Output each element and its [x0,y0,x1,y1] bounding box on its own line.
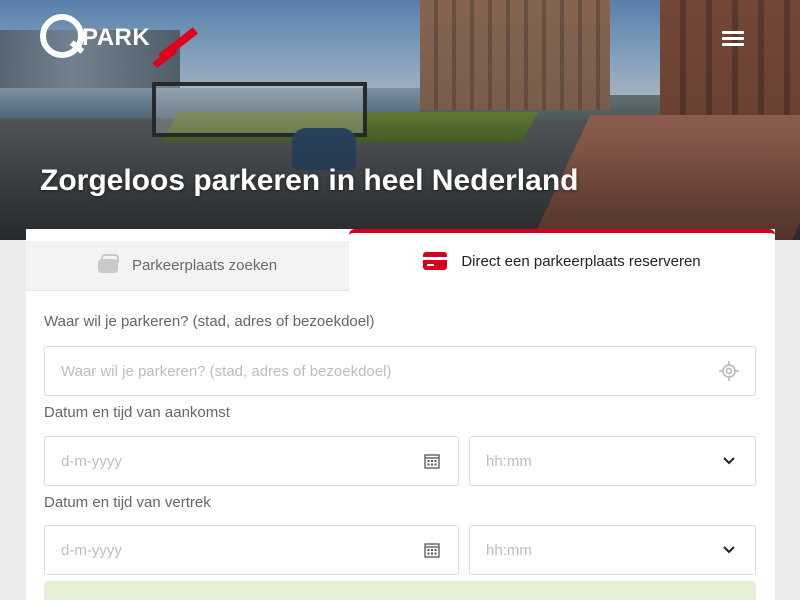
departure-date-input[interactable] [61,541,422,559]
departure-time-input[interactable] [486,541,719,559]
calendar-icon[interactable] [422,451,442,471]
location-label: Waar wil je parkeren? (stad, adres of be… [44,313,375,330]
arrival-date-input[interactable] [61,452,422,470]
tab-label: Parkeerplaats zoeken [131,257,278,274]
arrival-label: Datum en tijd van aankomst [44,404,230,421]
page-title: Zorgeloos parkeren in heel Nederland [40,164,579,197]
qpark-logo[interactable]: PARK [40,14,198,69]
tab-label: Direct een parkeerplaats reserveren [461,252,701,270]
chevron-down-icon[interactable] [719,451,739,471]
tab-direct-reserveren[interactable]: Direct een parkeerplaats reserveren [349,229,775,289]
hero-banner: PARK Zorgeloos parkeren in heel Nederlan… [0,0,800,240]
calendar-icon[interactable] [422,540,442,560]
logo-text: PARK [82,24,151,51]
departure-date-field[interactable] [44,525,459,575]
arrival-time-input[interactable] [486,452,719,470]
arrival-date-field[interactable] [44,436,459,486]
hamburger-menu-icon[interactable] [720,28,746,52]
car-icon [97,253,119,273]
search-card: Parkeerplaats zoeken Direct een parkeerp… [26,229,775,600]
submit-button[interactable] [44,581,756,600]
departure-time-select[interactable] [469,525,756,575]
tab-parkeerplaats-zoeken[interactable]: Parkeerplaats zoeken [26,241,349,291]
location-field[interactable] [44,346,756,396]
chevron-down-icon[interactable] [719,540,739,560]
departure-label: Datum en tijd van vertrek [44,494,211,511]
arrival-time-select[interactable] [469,436,756,486]
location-input[interactable] [61,362,719,380]
credit-card-icon [423,252,448,270]
locate-icon[interactable] [719,361,739,381]
